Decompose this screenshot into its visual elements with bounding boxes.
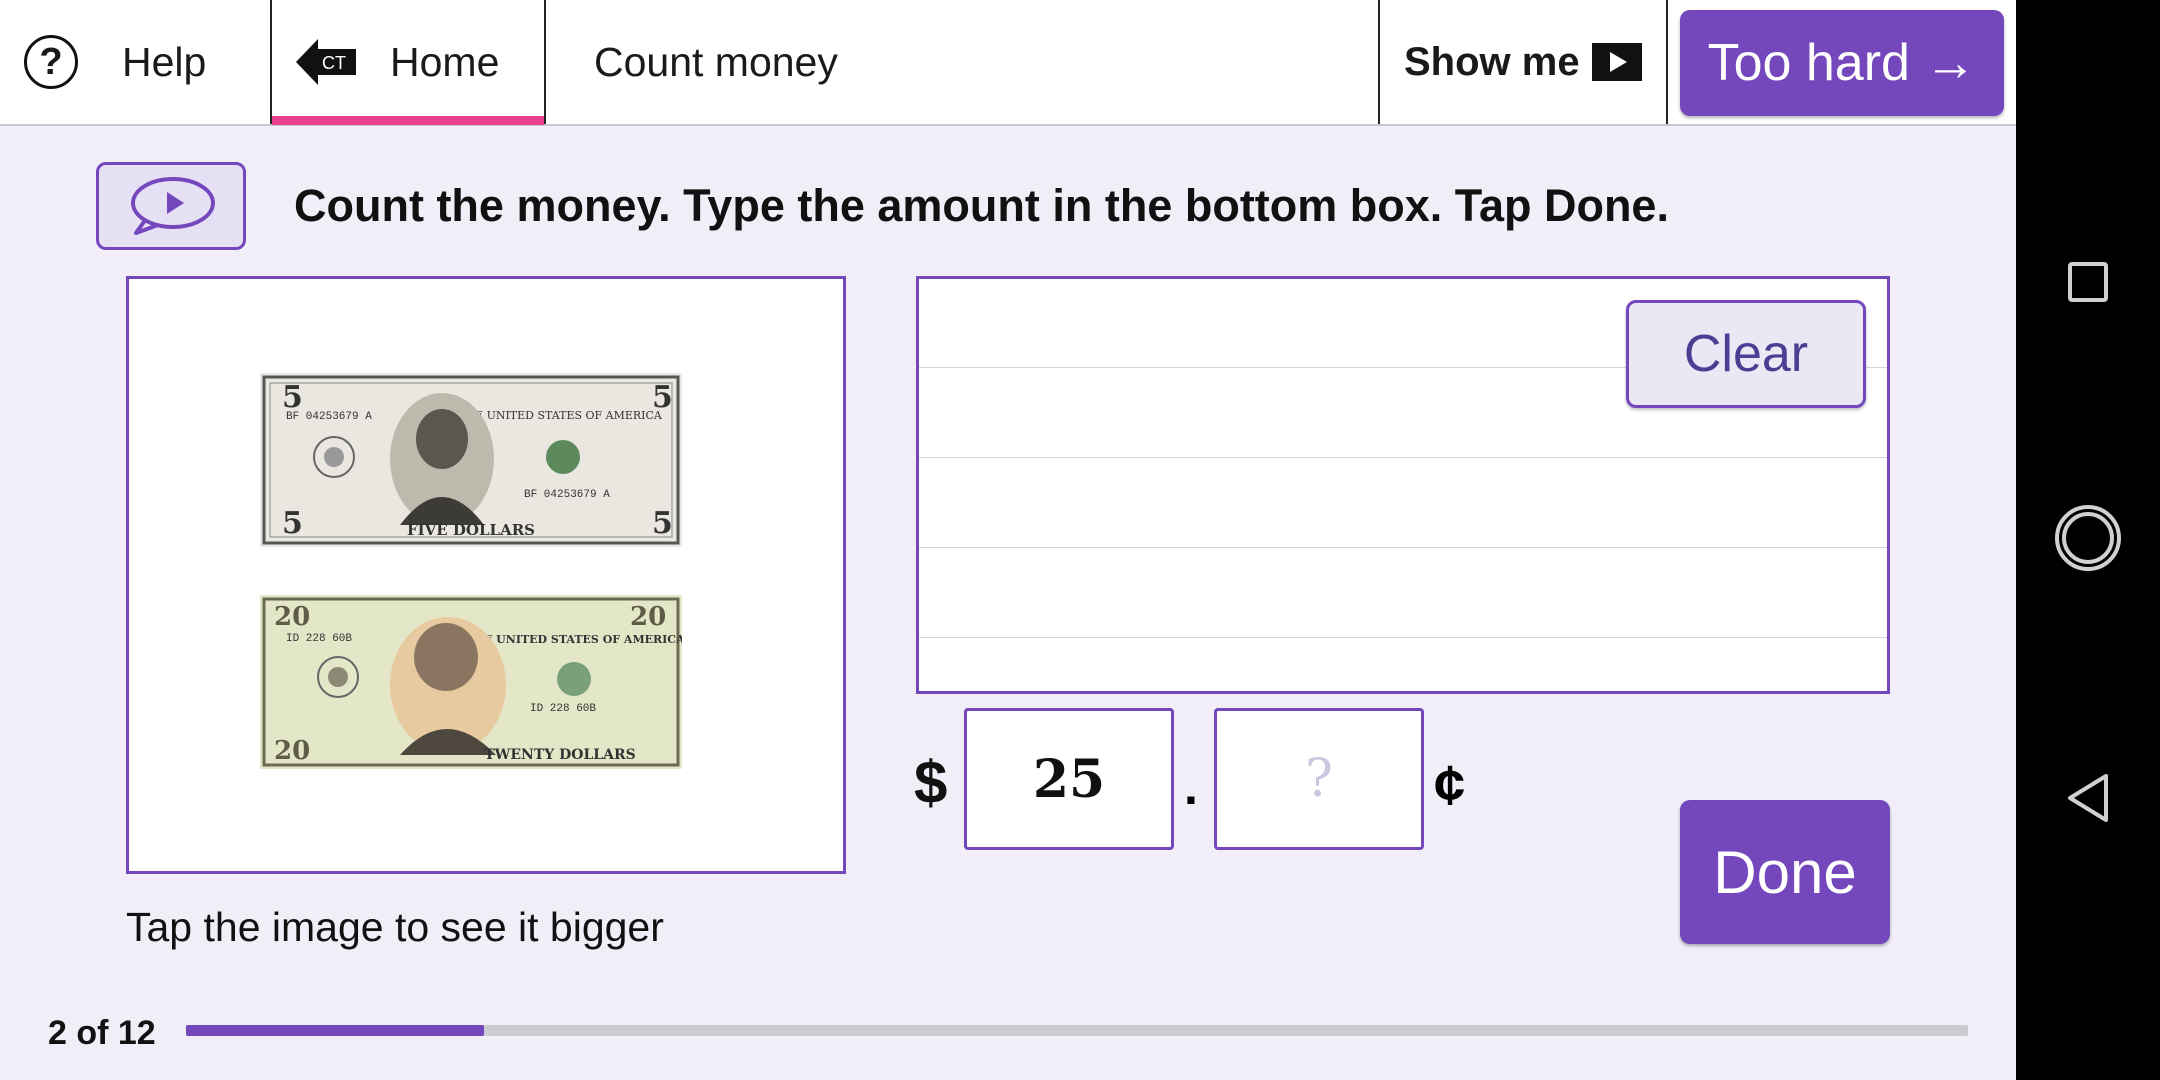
svg-text:BF 04253679 A: BF 04253679 A [524, 489, 610, 501]
svg-text:FIVE DOLLARS: FIVE DOLLARS [407, 521, 535, 539]
back-icon [2068, 774, 2108, 822]
play-icon [1591, 43, 1642, 81]
svg-text:CT: CT [322, 53, 346, 73]
speech-bubble-play-icon [131, 177, 215, 235]
activity-title: Count money [594, 38, 838, 85]
twenty-dollar-bill: 20 20 20 ID 228 60B ID 228 60B THE UNITE… [260, 595, 682, 769]
too-hard-label: Too hard → [1707, 34, 1977, 92]
home-label: Home [390, 38, 500, 85]
read-aloud-button[interactable] [96, 162, 246, 250]
too-hard-button[interactable]: Too hard → [1680, 10, 2004, 116]
five-dollar-bill: 5 5 5 5 BF 04253679 A BF 04253679 A THE … [260, 373, 682, 547]
clear-label: Clear [1683, 325, 1809, 383]
progress-fill [186, 1025, 484, 1036]
dollars-value: 25 [1032, 748, 1106, 810]
progress-bar [186, 1025, 1968, 1036]
back-button[interactable] [2016, 738, 2160, 858]
top-bar: ? Help CT Home Count money Show me Too h… [0, 0, 2016, 126]
android-nav-bar [2016, 0, 2160, 1080]
instruction-text: Count the money. Type the amount in the … [294, 180, 1669, 231]
svg-text:TWENTY DOLLARS: TWENTY DOLLARS [484, 747, 636, 763]
divider [1378, 0, 1380, 124]
help-label: Help [122, 38, 207, 85]
progress-label: 2 of 12 [48, 1014, 156, 1052]
divider [270, 0, 272, 124]
home-back-arrow-icon: CT [296, 39, 356, 85]
clear-button[interactable]: Clear [1626, 300, 1866, 408]
decimal-point: . [1184, 759, 1198, 815]
done-label: Done [1713, 838, 1857, 906]
home-button[interactable]: CT Home [296, 0, 542, 124]
dollars-input[interactable]: 25 [964, 708, 1174, 850]
svg-text:5: 5 [282, 506, 303, 541]
svg-text:20: 20 [274, 602, 310, 632]
cent-sign: ¢ [1434, 753, 1466, 816]
tap-hint: Tap the image to see it bigger [126, 904, 664, 950]
help-button[interactable]: ? Help [24, 0, 270, 124]
active-tab-underline [272, 116, 544, 125]
help-icon: ? [24, 35, 78, 89]
recents-icon [2068, 262, 2108, 302]
done-button[interactable]: Done [1680, 800, 1890, 944]
svg-text:ID 228 60B: ID 228 60B [286, 633, 352, 645]
recents-button[interactable] [2016, 222, 2160, 342]
svg-text:BF 04253679 A: BF 04253679 A [286, 411, 372, 423]
dollar-sign: $ [914, 749, 948, 816]
ruled-line [919, 547, 1887, 548]
divider [544, 0, 546, 124]
cents-placeholder: ? [1305, 749, 1333, 809]
svg-text:THE UNITED STATES OF AMERICA: THE UNITED STATES OF AMERICA [458, 409, 663, 422]
divider [1666, 0, 1668, 124]
ruled-line [919, 637, 1887, 638]
svg-text:ID 228 60B: ID 228 60B [530, 703, 596, 715]
home-icon [2055, 505, 2121, 571]
show-me-label: Show me [1404, 39, 1580, 84]
money-image[interactable]: 5 5 5 5 BF 04253679 A BF 04253679 A THE … [126, 276, 846, 874]
app-screen: ? Help CT Home Count money Show me Too h… [0, 0, 2016, 1080]
svg-text:5: 5 [652, 506, 673, 541]
svg-text:THE UNITED STATES OF AMERICA: THE UNITED STATES OF AMERICA [465, 633, 682, 646]
svg-text:20: 20 [274, 736, 310, 766]
show-me-button[interactable]: Show me [1404, 0, 1642, 124]
svg-text:20: 20 [630, 602, 666, 632]
svg-text:5: 5 [282, 380, 303, 415]
cents-input[interactable]: ? [1214, 708, 1424, 850]
ruled-line [919, 457, 1887, 458]
home-nav-button[interactable] [2016, 478, 2160, 598]
